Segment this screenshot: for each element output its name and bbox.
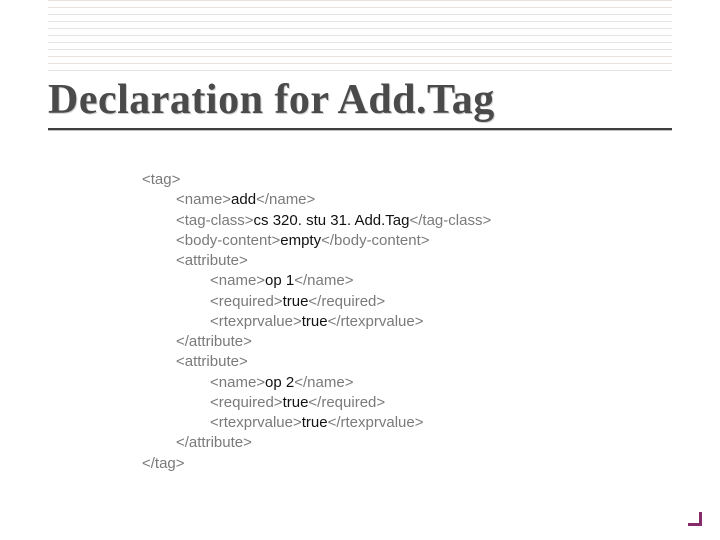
code-tag: <required> xyxy=(210,394,283,411)
code-value: add xyxy=(231,191,256,208)
code-tag: </name> xyxy=(256,191,315,208)
header-rule-lines xyxy=(48,0,672,77)
code-line: <attribute> xyxy=(176,252,248,269)
code-value: true xyxy=(302,414,328,431)
code-line: <tag> xyxy=(142,171,180,188)
code-tag: <required> xyxy=(210,293,283,310)
code-tag: <rtexprvalue> xyxy=(210,414,302,431)
code-value: cs 320. stu 31. Add.Tag xyxy=(254,212,410,229)
code-tag: <rtexprvalue> xyxy=(210,313,302,330)
corner-accent-icon xyxy=(684,508,702,526)
code-tag: <name> xyxy=(210,374,265,391)
code-tag: <name> xyxy=(210,272,265,289)
title-underline xyxy=(48,128,672,130)
code-value: true xyxy=(283,293,309,310)
code-line: </tag> xyxy=(142,455,185,472)
slide: Declaration for Add.Tag <tag> <name>add<… xyxy=(0,0,720,540)
code-value: op 2 xyxy=(265,374,294,391)
code-tag: </required> xyxy=(308,394,385,411)
code-tag: </name> xyxy=(294,272,353,289)
code-tag: <name> xyxy=(176,191,231,208)
code-value: op 1 xyxy=(265,272,294,289)
code-value: empty xyxy=(280,232,321,249)
code-tag: </rtexprvalue> xyxy=(328,313,424,330)
title-block: Declaration for Add.Tag xyxy=(48,78,672,130)
code-tag: </required> xyxy=(308,293,385,310)
code-tag: <tag-class> xyxy=(176,212,254,229)
code-tag: <body-content> xyxy=(176,232,280,249)
code-tag: </name> xyxy=(294,374,353,391)
code-value: true xyxy=(283,394,309,411)
xml-declaration-code: <tag> <name>add</name> <tag-class>cs 320… xyxy=(142,170,491,474)
code-line: <attribute> xyxy=(176,353,248,370)
code-value: true xyxy=(302,313,328,330)
slide-title: Declaration for Add.Tag xyxy=(48,78,672,122)
code-tag: </body-content> xyxy=(321,232,429,249)
code-tag: </rtexprvalue> xyxy=(328,414,424,431)
code-tag: </tag-class> xyxy=(410,212,492,229)
code-line: </attribute> xyxy=(176,434,252,451)
code-line: </attribute> xyxy=(176,333,252,350)
